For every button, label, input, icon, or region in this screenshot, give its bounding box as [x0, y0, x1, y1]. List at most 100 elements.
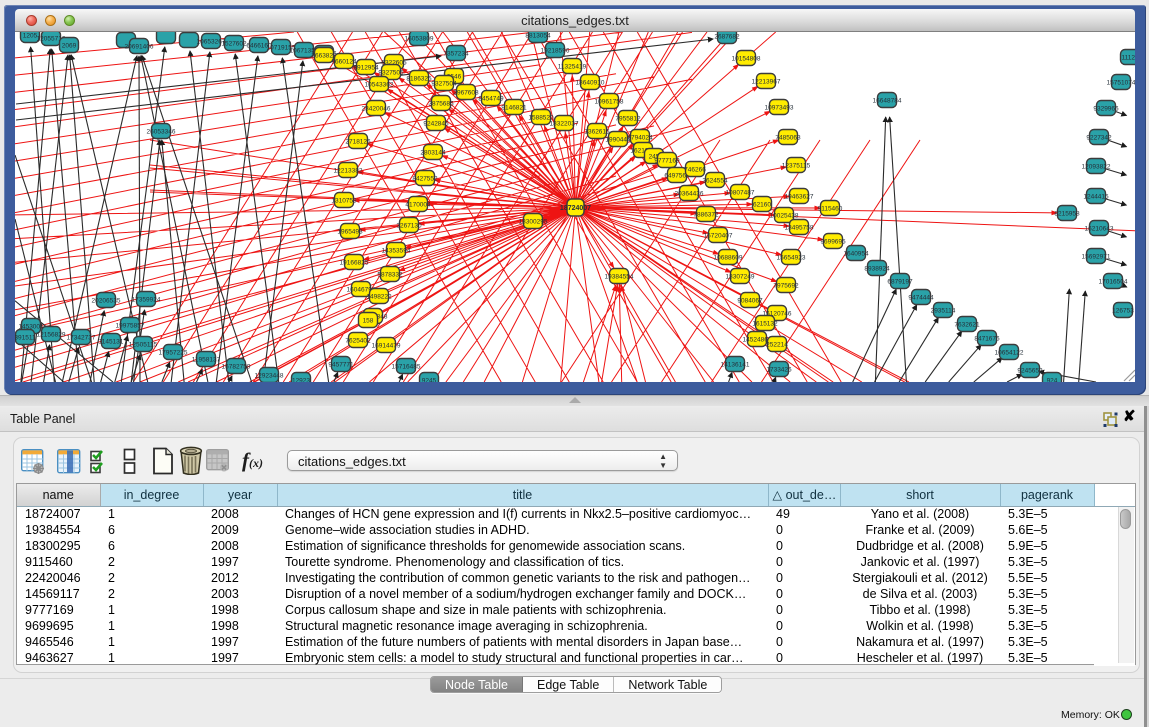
- svg-text:15654923: 15654923: [777, 254, 806, 261]
- svg-text:16053809: 16053809: [405, 35, 434, 42]
- svg-text:19463627: 19463627: [785, 193, 814, 200]
- svg-text:23420046: 23420046: [362, 105, 391, 112]
- svg-text:20364436: 20364436: [675, 190, 704, 197]
- svg-text:1498222: 1498222: [366, 293, 392, 300]
- svg-text:19166825: 19166825: [340, 259, 369, 266]
- svg-text:9227342: 9227342: [1086, 134, 1112, 141]
- svg-text:9699695: 9699695: [820, 238, 846, 245]
- svg-text:2803144: 2803144: [420, 149, 446, 156]
- svg-text:1733426: 1733426: [766, 366, 792, 373]
- svg-text:17342737: 17342737: [67, 334, 96, 341]
- svg-text:12923448: 12923448: [255, 372, 284, 379]
- svg-text:8454749: 8454749: [478, 95, 504, 102]
- svg-text:8215958: 8215958: [1054, 210, 1080, 217]
- svg-text:391511: 391511: [15, 334, 36, 341]
- svg-text:1362615: 1362615: [584, 128, 610, 135]
- svg-text:8186325: 8186325: [406, 75, 432, 82]
- svg-text:19975857: 19975857: [116, 322, 145, 329]
- svg-text:15720407: 15720407: [704, 232, 733, 239]
- svg-text:11958137: 11958137: [192, 356, 221, 363]
- svg-text:9115460: 9115460: [818, 205, 843, 212]
- svg-text:9457771: 9457771: [328, 361, 354, 368]
- svg-text:10973493: 10973493: [765, 104, 794, 111]
- svg-text:6794024: 6794024: [627, 134, 653, 141]
- svg-text:9245: 9245: [422, 377, 437, 382]
- svg-text:12213382: 12213382: [334, 167, 363, 174]
- svg-text:1205: 1205: [23, 32, 38, 39]
- svg-text:10807487: 10807487: [726, 189, 755, 196]
- svg-text:158: 158: [363, 317, 374, 324]
- svg-text:746266: 746266: [684, 166, 706, 173]
- svg-text:18300295: 18300295: [519, 218, 548, 225]
- svg-text:7975692: 7975692: [773, 282, 799, 289]
- svg-text:924: 924: [1047, 377, 1058, 382]
- svg-text:26053346: 26053346: [147, 128, 176, 135]
- svg-text:2718126: 2718126: [345, 138, 371, 145]
- svg-text:7625402: 7625402: [345, 337, 371, 344]
- svg-text:6879197: 6879197: [887, 278, 913, 285]
- svg-text:8471676: 8471676: [974, 335, 1000, 342]
- svg-text:7357234: 7357234: [443, 50, 469, 57]
- svg-text:15692971: 15692971: [1082, 253, 1111, 260]
- svg-text:12505115: 12505115: [129, 341, 158, 348]
- svg-text:2687682: 2687682: [714, 33, 740, 40]
- svg-text:2069: 2069: [62, 42, 77, 49]
- svg-text:11325419: 11325419: [558, 63, 587, 70]
- svg-text:8813054: 8813054: [525, 32, 551, 39]
- svg-text:20691406: 20691406: [125, 43, 154, 50]
- svg-text:9084067: 9084067: [737, 297, 763, 304]
- svg-text:18724007: 18724007: [560, 205, 591, 212]
- svg-text:17016504: 17016504: [1099, 278, 1128, 285]
- svg-text:1244415: 1244415: [1083, 193, 1109, 200]
- svg-text:10025438: 10025438: [770, 212, 799, 219]
- svg-text:9242845: 9242845: [423, 120, 449, 127]
- svg-text:3624554: 3624554: [702, 177, 728, 184]
- svg-text:2935114: 2935114: [931, 307, 956, 314]
- svg-text:16648784: 16648784: [873, 97, 902, 104]
- svg-text:10961758: 10961758: [595, 98, 624, 105]
- svg-text:9146821: 9146821: [501, 104, 527, 111]
- svg-text:126753: 126753: [1112, 307, 1134, 314]
- svg-text:7886372: 7886372: [693, 211, 719, 218]
- svg-text:1640954: 1640954: [843, 250, 869, 257]
- svg-text:12093822: 12093822: [1082, 163, 1111, 170]
- svg-text:14136141: 14136141: [721, 361, 750, 368]
- svg-text:1527602: 1527602: [221, 40, 247, 47]
- svg-text:1310753: 1310753: [331, 197, 357, 204]
- svg-text:9327504: 9327504: [431, 80, 457, 87]
- svg-text:10688609: 10688609: [714, 254, 743, 261]
- svg-text:3267130: 3267130: [396, 222, 422, 229]
- svg-text:9327505: 9327505: [378, 69, 404, 76]
- svg-text:14353594: 14353594: [382, 247, 411, 254]
- svg-text:9777169: 9777169: [654, 157, 680, 164]
- svg-text:8427552: 8427552: [412, 175, 438, 182]
- svg-text:16914479: 16914479: [372, 342, 401, 349]
- svg-text:18307249: 18307249: [726, 273, 755, 280]
- svg-text:10543362: 10543362: [365, 81, 394, 88]
- svg-text:15716485: 15716485: [392, 363, 421, 370]
- svg-text:1145131: 1145131: [99, 338, 124, 345]
- svg-text:8938924: 8938924: [864, 265, 890, 272]
- svg-text:2967608: 2967608: [453, 89, 479, 96]
- svg-text:12375115: 12375115: [782, 162, 811, 169]
- svg-text:13495758: 13495758: [785, 224, 814, 231]
- svg-text:11123: 11123: [1121, 54, 1135, 61]
- svg-text:10654122: 10654122: [995, 349, 1024, 356]
- svg-text:9329966: 9329966: [1093, 105, 1119, 112]
- svg-text:19384554: 19384554: [605, 273, 634, 280]
- svg-text:12156829: 12156829: [37, 331, 66, 338]
- svg-text:8912954: 8912954: [353, 64, 379, 71]
- svg-text:18322037: 18322037: [550, 120, 579, 127]
- svg-text:15751074: 15751074: [1107, 79, 1135, 86]
- svg-text:16210643: 16210643: [1085, 225, 1114, 232]
- svg-text:5878332: 5878332: [377, 271, 403, 278]
- svg-text:7632621: 7632621: [954, 321, 980, 328]
- svg-text:17957225: 17957225: [159, 349, 188, 356]
- svg-text:252214: 252214: [766, 341, 788, 348]
- svg-text:9474444: 9474444: [908, 294, 934, 301]
- svg-text:19218596: 19218596: [541, 47, 570, 54]
- svg-text:7955812: 7955812: [615, 115, 641, 122]
- svg-text:4170004: 4170004: [405, 201, 431, 208]
- svg-text:3875685: 3875685: [428, 100, 454, 107]
- svg-text:7485063: 7485063: [775, 134, 801, 141]
